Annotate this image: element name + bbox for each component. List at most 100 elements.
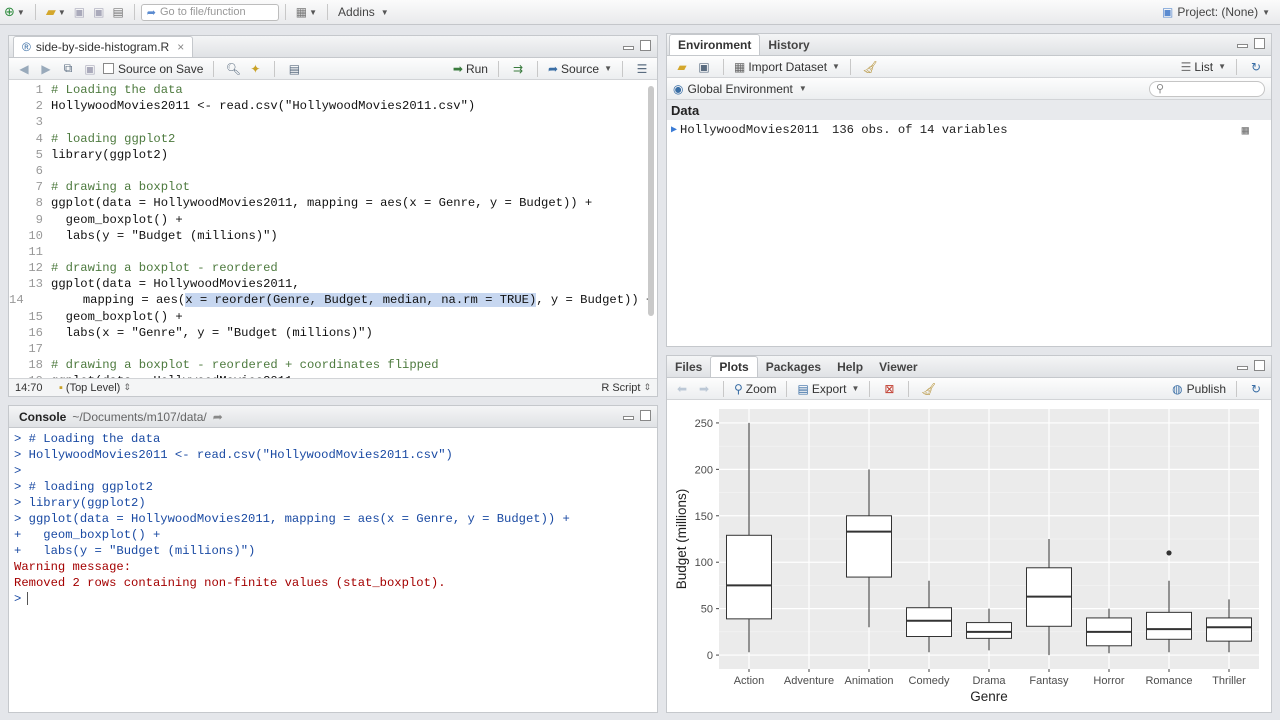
code-line[interactable]: 14 mapping = aes(x = reorder(Genre, Budg… [9, 292, 649, 308]
addins-menu[interactable]: Addins ▼ [334, 2, 393, 22]
console-header: Console ~/Documents/m107/data/ ➦ [9, 406, 657, 428]
tab-plots-label: Plots [719, 360, 749, 374]
code-line[interactable]: 2 HollywoodMovies2011 <- read.csv("Hollyw… [9, 98, 649, 114]
go-to-directory-icon[interactable]: ➦ [213, 410, 223, 424]
scope-icon: ▪ [59, 381, 63, 394]
minimize-button[interactable] [623, 46, 634, 50]
minimize-button[interactable] [623, 416, 634, 420]
checkbox[interactable] [103, 63, 114, 74]
save-all-button[interactable]: ▣ [89, 2, 108, 22]
open-file-button[interactable]: ▰ ▼ [42, 2, 70, 22]
notebook-icon[interactable]: ▤ [285, 61, 303, 77]
search-icon[interactable]: 🔍︎ [224, 61, 242, 77]
project-menu[interactable]: ▣ Project: (None) ▼ [1158, 2, 1274, 22]
publish-icon: ◍ [1172, 381, 1183, 396]
line-number: 12 [28, 261, 43, 276]
back-icon[interactable]: ⬅ [673, 381, 691, 397]
global-environment-label: Global Environment [687, 81, 793, 96]
save-button[interactable]: ▣ [70, 2, 89, 22]
load-workspace-icon[interactable]: ▰ [673, 59, 691, 75]
editor-scrollbar[interactable] [648, 82, 655, 380]
console-line: Removed 2 rows containing non-finite val… [14, 576, 446, 590]
print-icon: ▤ [112, 5, 124, 19]
code-line[interactable]: 18 # drawing a boxplot - reordered + coor… [9, 357, 649, 373]
zoom-button[interactable]: ⚲ Zoom [734, 382, 776, 396]
refresh-icon[interactable]: ↻ [1247, 59, 1265, 75]
remove-plot-icon[interactable]: ⊠ [880, 381, 898, 397]
code-area[interactable]: 1 # Loading the data 2 HollywoodMovies2011 … [9, 82, 649, 380]
code-line[interactable]: 10 labs(y = "Budget (millions)") [9, 228, 649, 244]
scope-menu[interactable]: ▪ (Top Level) ⇕ [59, 382, 131, 394]
code-text: # loading ggplot2 [51, 131, 176, 146]
show-in-window-icon[interactable]: ⧉ [59, 61, 77, 77]
source-button[interactable]: ➦ Source ▼ [548, 62, 612, 76]
expand-icon[interactable]: ▶ [671, 124, 677, 136]
back-icon[interactable]: ◀ [15, 61, 33, 77]
tab-help[interactable]: Help [829, 356, 871, 377]
box [846, 515, 892, 578]
view-data-icon[interactable]: ▦ [1242, 123, 1249, 138]
code-line[interactable]: 15 geom_boxplot() + [9, 309, 649, 325]
language-menu[interactable]: R Script ⇕ [601, 382, 651, 394]
tab-source-file[interactable]: ® side-by-side-histogram.R × [13, 36, 194, 57]
forward-icon[interactable]: ▶ [37, 61, 55, 77]
code-line[interactable]: 7 # drawing a boxplot [9, 179, 649, 195]
console-output[interactable]: > # Loading the data > HollywoodMovies201… [9, 428, 657, 610]
code-line[interactable]: 12 # drawing a boxplot - reordered [9, 260, 649, 276]
broom-icon[interactable]: 🧹︎ [861, 59, 879, 75]
broom-icon[interactable]: 🧹︎ [919, 381, 937, 397]
code-line[interactable]: 6 [9, 163, 649, 179]
save-workspace-icon[interactable]: ▣ [695, 59, 713, 75]
minimize-button[interactable] [1237, 366, 1248, 370]
x-tick-label: Action [734, 675, 765, 687]
wand-icon[interactable]: ✦ [246, 61, 264, 77]
code-line[interactable]: 11 [9, 244, 649, 260]
code-line[interactable]: 9 geom_boxplot() + [9, 212, 649, 228]
env-row[interactable]: ▶ HollywoodMovies2011 136 obs. of 14 var… [667, 120, 1271, 140]
code-line[interactable]: 8 ggplot(data = HollywoodMovies2011, mapp… [9, 195, 649, 211]
code-line[interactable]: 1 # Loading the data [9, 82, 649, 98]
goto-file-input[interactable]: ➦ Go to file/function [140, 3, 279, 21]
rerun-icon[interactable]: ⇉ [509, 61, 527, 77]
code-line[interactable]: 17 [9, 341, 649, 357]
console-line: > library(ggplot2) [14, 496, 146, 510]
close-icon[interactable]: × [177, 40, 184, 54]
maximize-button[interactable] [1254, 360, 1265, 371]
tab-environment[interactable]: Environment [669, 34, 761, 55]
code-line[interactable]: 5 library(ggplot2) [9, 147, 649, 163]
code-line[interactable]: 13 ggplot(data = HollywoodMovies2011, [9, 276, 649, 292]
run-button[interactable]: ➡ Run [453, 62, 488, 76]
code-line[interactable]: 16 labs(x = "Genre", y = "Budget (millio… [9, 325, 649, 341]
code-line[interactable]: 3 [9, 114, 649, 130]
forward-icon[interactable]: ➡ [695, 381, 713, 397]
publish-button[interactable]: ◍ Publish [1172, 382, 1226, 396]
import-dataset-button[interactable]: ▦ Import Dataset ▼ [734, 60, 840, 74]
minimize-button[interactable] [1237, 44, 1248, 48]
tab-files[interactable]: Files [667, 356, 710, 377]
new-file-button[interactable]: ⊕ ▼ [0, 2, 29, 22]
tab-plots[interactable]: Plots [710, 356, 758, 377]
source-on-save-toggle[interactable]: Source on Save [103, 62, 203, 76]
refresh-icon[interactable]: ↻ [1247, 381, 1265, 397]
tab-history[interactable]: History [760, 34, 817, 55]
list-view-menu[interactable]: ☰ List ▼ [1181, 60, 1226, 74]
pane-layout-button[interactable]: ▦ ▼ [292, 2, 321, 22]
tab-packages[interactable]: Packages [758, 356, 829, 377]
maximize-button[interactable] [640, 40, 651, 51]
outline-icon[interactable]: ☰ [633, 61, 651, 77]
env-search-input[interactable]: ⚲ [1149, 80, 1265, 97]
toolbar-divider [849, 58, 851, 75]
env-toolbar: ▰ ▣ ▦ Import Dataset ▼ 🧹︎ ☰ List ▼ ↻ [667, 56, 1271, 78]
print-button[interactable]: ▤ [108, 2, 127, 22]
editor-toolbar: ◀ ▶ ⧉ ▣ Source on Save 🔍︎ ✦ ▤ ➡ Run ⇉ ➦ So… [9, 58, 657, 80]
save-icon[interactable]: ▣ [81, 61, 99, 77]
maximize-button[interactable] [1254, 38, 1265, 49]
global-environment-menu[interactable]: ◉ Global Environment ▼ [673, 82, 807, 96]
code-line[interactable]: 4 # loading ggplot2 [9, 131, 649, 147]
console-line: > # Loading the data [14, 432, 161, 446]
source-on-save-label: Source on Save [118, 61, 204, 76]
export-menu[interactable]: ▤ Export ▼ [797, 382, 859, 396]
tab-viewer[interactable]: Viewer [871, 356, 925, 377]
boxplot-chart: 0 50 100 150 200 250 Action Adventure Animation C… [674, 409, 1259, 704]
maximize-button[interactable] [640, 410, 651, 421]
